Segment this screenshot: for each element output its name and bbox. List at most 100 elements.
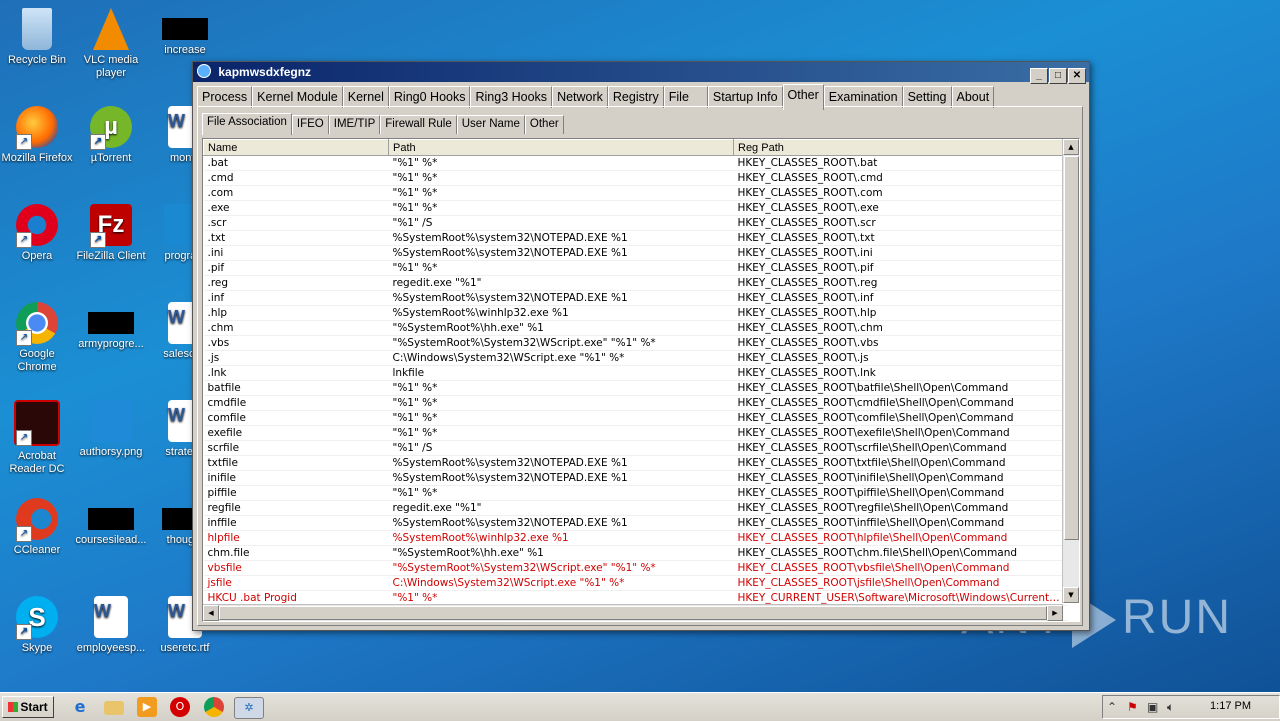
table-row[interactable]: txtfile %SystemRoot%\system32\NOTEPAD.EXE… [203, 455, 1068, 471]
desktop-icon-opera[interactable]: ↗ Opera [0, 204, 74, 263]
desktop-icon-skype[interactable]: S ↗ Skype [0, 596, 74, 655]
table-row[interactable]: .vbs "%SystemRoot%\System32\WScript.exe" … [203, 335, 1068, 351]
media-player-icon[interactable]: ▶ [137, 697, 157, 717]
tab-examination[interactable]: Examination [823, 86, 903, 108]
cell-name: batfile [203, 380, 389, 396]
table-row[interactable]: cmdfile "%1" %* HKEY_CLASSES_ROOT\cmdfile\… [203, 395, 1068, 411]
table-row[interactable]: jsfile C:\Windows\System32\WScript.exe "%… [203, 575, 1068, 591]
tab-setting[interactable]: Setting [902, 86, 952, 108]
subtab-user-name[interactable]: User Name [456, 115, 525, 134]
scroll-left-button[interactable]: ◀ [203, 605, 219, 621]
cell-reg-path: HKEY_CLASSES_ROOT\vbsfile\Shell\Open\Com… [733, 560, 1068, 576]
opera-taskbar-icon[interactable]: O [170, 697, 190, 717]
table-row[interactable]: .chm "%SystemRoot%\hh.exe" %1 HKEY_CLASSES… [203, 320, 1068, 336]
table-row[interactable]: vbsfile "%SystemRoot%\System32\WScript.ex… [203, 560, 1068, 576]
table-row[interactable]: piffile "%1" %* HKEY_CLASSES_ROOT\piffile\… [203, 485, 1068, 501]
tab-kernel-module[interactable]: Kernel Module [252, 86, 343, 108]
tab-about[interactable]: About [951, 86, 995, 108]
show-hidden-icons-icon[interactable]: ⌃ [1107, 700, 1117, 714]
table-row[interactable]: regfile regedit.exe "%1" HKEY_CLASSES_ROOT… [203, 500, 1068, 516]
desktop-icon-ccleaner[interactable]: ↗ CCleaner [0, 498, 74, 557]
table-row[interactable]: inffile %SystemRoot%\system32\NOTEPAD.EXE… [203, 515, 1068, 531]
file-association-list[interactable]: Name Path Reg Path .bat "%1" %* HKEY_CLASS… [202, 138, 1080, 622]
table-row[interactable]: .js C:\Windows\System32\WScript.exe "%1" … [203, 350, 1068, 366]
table-row[interactable]: .scr "%1" /S HKEY_CLASSES_ROOT\.scr [203, 215, 1068, 231]
table-row[interactable]: .ini %SystemRoot%\system32\NOTEPAD.EXE %1… [203, 245, 1068, 261]
table-row[interactable]: .lnk lnkfile HKEY_CLASSES_ROOT\.lnk [203, 365, 1068, 381]
desktop-icon-utorrent[interactable]: µ ↗ µTorrent [74, 106, 148, 165]
tab-other[interactable]: Other [782, 84, 824, 110]
scroll-right-button[interactable]: ▶ [1047, 605, 1063, 621]
title-bar[interactable]: kapmwsdxfegnz _ □ ✕ [193, 62, 1089, 84]
table-row[interactable]: exefile "%1" %* HKEY_CLASSES_ROOT\exefile\… [203, 425, 1068, 441]
scroll-up-button[interactable]: ▲ [1063, 139, 1079, 155]
table-row[interactable]: hlpfile %SystemRoot%\winhlp32.exe %1 HKEY_… [203, 530, 1068, 546]
table-row[interactable]: .com "%1" %* HKEY_CLASSES_ROOT\.com [203, 185, 1068, 201]
table-row[interactable]: inifile %SystemRoot%\system32\NOTEPAD.EXE… [203, 470, 1068, 486]
column-header-name[interactable]: Name [203, 139, 389, 156]
column-header-reg-path[interactable]: Reg Path [733, 139, 1068, 156]
tab-ring3-hooks[interactable]: Ring3 Hooks [470, 86, 553, 108]
horizontal-scrollbar[interactable]: ◀ ▶ [203, 604, 1063, 621]
desktop-icon-authorsy[interactable]: authorsy.png [74, 400, 148, 459]
scroll-down-button[interactable]: ▼ [1063, 587, 1079, 603]
vertical-scroll-thumb[interactable] [1064, 156, 1079, 540]
close-button[interactable]: ✕ [1068, 68, 1086, 84]
desktop-icon-firefox[interactable]: ↗ Mozilla Firefox [0, 106, 74, 165]
tab-file[interactable]: File [663, 86, 708, 108]
maximize-button[interactable]: □ [1049, 68, 1067, 84]
table-row[interactable]: .hlp %SystemRoot%\winhlp32.exe %1 HKEY_CLA… [203, 305, 1068, 321]
cell-path: %SystemRoot%\winhlp32.exe %1 [388, 530, 734, 546]
subtab-ime-tip[interactable]: IME/TIP [328, 115, 381, 134]
app-icon [197, 64, 211, 78]
table-row[interactable]: scrfile "%1" /S HKEY_CLASSES_ROOT\scrfile\… [203, 440, 1068, 456]
table-row[interactable]: .txt %SystemRoot%\system32\NOTEPAD.EXE %1… [203, 230, 1068, 246]
column-header-path[interactable]: Path [388, 139, 734, 156]
desktop-icon-recycle-bin[interactable]: Recycle Bin [0, 8, 74, 67]
table-row[interactable]: .reg regedit.exe "%1" HKEY_CLASSES_ROOT\.r… [203, 275, 1068, 291]
desktop-icon-chrome[interactable]: ↗ Google Chrome [0, 302, 74, 374]
tab-kernel[interactable]: Kernel [342, 86, 389, 108]
tab-registry[interactable]: Registry [607, 86, 664, 108]
subtab-firewall-rule[interactable]: Firewall Rule [380, 115, 457, 134]
desktop-icon-filezilla[interactable]: Fz ↗ FileZilla Client [74, 204, 148, 263]
cell-reg-path: HKEY_CLASSES_ROOT\jsfile\Shell\Open\Comm… [733, 575, 1068, 591]
desktop-icon-label: VLC media player [83, 54, 139, 79]
tab-ring0-hooks[interactable]: Ring0 Hooks [388, 86, 471, 108]
table-row[interactable]: chm.file "%SystemRoot%\hh.exe" %1 HKEY_CLA… [203, 545, 1068, 561]
table-row[interactable]: .exe "%1" %* HKEY_CLASSES_ROOT\.exe [203, 200, 1068, 216]
ie-icon[interactable]: e [70, 697, 90, 717]
desktop-icon-armyprogre[interactable]: armyprogre... [74, 302, 148, 351]
desktop-icon-employeesp[interactable]: W employeesp... [74, 596, 148, 655]
tab-network[interactable]: Network [552, 86, 608, 108]
desktop-icon-increase[interactable]: increase [148, 8, 222, 57]
chrome-taskbar-icon[interactable] [204, 697, 224, 717]
desktop-icon-vlc[interactable]: VLC media player [74, 8, 148, 80]
network-icon[interactable]: ▣ [1147, 700, 1158, 714]
volume-icon[interactable]: 🔈︎ [1167, 700, 1174, 715]
minimize-button[interactable]: _ [1030, 68, 1048, 84]
explorer-folder-icon[interactable] [104, 701, 124, 715]
chrome-icon: ↗ [16, 302, 58, 346]
table-row[interactable]: .pif "%1" %* HKEY_CLASSES_ROOT\.pif [203, 260, 1068, 276]
subtab-other[interactable]: Other [524, 115, 564, 134]
table-row[interactable]: .inf %SystemRoot%\system32\NOTEPAD.EXE %1… [203, 290, 1068, 306]
desktop-icon-coursesilead[interactable]: coursesilead... [74, 498, 148, 547]
table-row[interactable]: .bat "%1" %* HKEY_CLASSES_ROOT\.bat [203, 155, 1068, 171]
tab-process[interactable]: Process [197, 86, 253, 108]
kapmwsdxfegnz-taskbar-button[interactable]: ✲ [234, 697, 264, 719]
table-row[interactable]: batfile "%1" %* HKEY_CLASSES_ROOT\batfile\… [203, 380, 1068, 396]
table-row[interactable]: .cmd "%1" %* HKEY_CLASSES_ROOT\.cmd [203, 170, 1068, 186]
tab-startup-info[interactable]: Startup Info [707, 86, 783, 108]
start-button[interactable]: Start [2, 696, 54, 718]
cell-name: hlpfile [203, 530, 389, 546]
table-row[interactable]: comfile "%1" %* HKEY_CLASSES_ROOT\comfile\… [203, 410, 1068, 426]
horizontal-scroll-thumb[interactable] [219, 606, 1047, 620]
clock[interactable]: 1:17 PM [1210, 700, 1251, 712]
action-center-flag-icon[interactable]: ⚑ [1127, 700, 1138, 714]
subtab-file-association[interactable]: File Association [202, 113, 292, 135]
vertical-scrollbar[interactable]: ▲ ▼ [1062, 139, 1079, 603]
cell-name: inffile [203, 515, 389, 531]
subtab-ifeo[interactable]: IFEO [291, 115, 329, 134]
desktop-icon-acrobat[interactable]: ↗ Acrobat Reader DC [0, 400, 74, 476]
